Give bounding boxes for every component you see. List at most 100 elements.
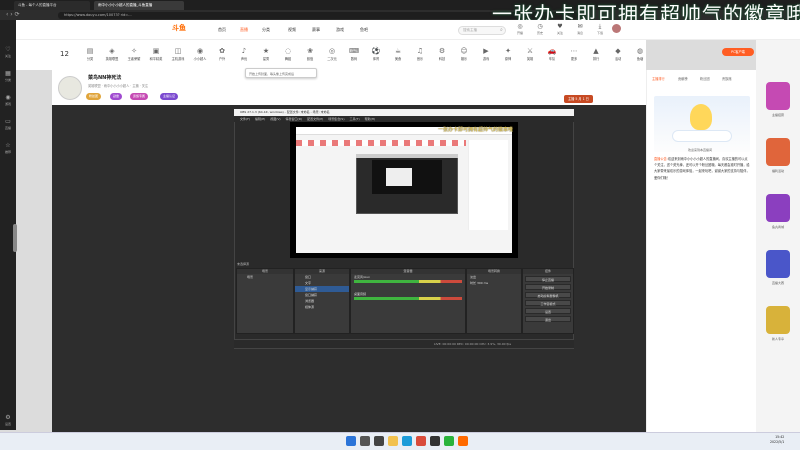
category-icon: ✧ [131,47,137,55]
obs-transition-duration[interactable]: 时长 300 ms [467,280,521,286]
header-broadcast[interactable]: ◎ 开播 [512,23,528,35]
category-item[interactable]: ◍ 鱼塘 [628,46,652,61]
ad-banner[interactable] [766,250,790,278]
header-follow[interactable]: ♥ 关注 [552,23,568,35]
category-item[interactable]: ⌨ 数码 [342,46,366,61]
obs-mixer-meter [354,280,462,283]
back-icon[interactable]: ‹ › ⟳ [6,11,20,18]
category-item[interactable]: ✦ 原神 [496,46,520,61]
category-item[interactable]: ✿ 户外 [210,46,234,61]
obs-mixer-panel: 混音器 麦克风/Aux 桌面音频 [350,268,466,334]
category-item[interactable]: ♪ 声优 [232,46,256,61]
taskview-icon[interactable] [374,436,384,446]
site-logo[interactable]: 斗鱼 [172,23,186,33]
message-icon: ✉ [577,23,583,30]
room-tag-fans[interactable]: 粉丝团 [86,93,102,100]
category-icon: ◌ [284,47,292,55]
header-message[interactable]: ✉ 消息 [572,23,588,35]
tab-rank[interactable]: 主播排行 [652,76,665,81]
category-item[interactable]: ◫ 主机游戏 [166,46,190,61]
tab-fans[interactable]: 粉丝团 [700,76,710,81]
obs-source-item[interactable]: 媒体源 [295,304,349,310]
category-item[interactable]: ⋯ 更多 [562,46,586,61]
header-history[interactable]: ◷ 历史 [532,23,548,35]
room-tag-badge[interactable]: 勋章 [110,93,123,100]
obs-virtual-cam-button[interactable]: 启动虚拟摄像机 [525,292,571,298]
user-avatar[interactable] [612,24,621,33]
pc-client-button[interactable]: PC客户端 [722,48,754,56]
obs-preview-category-strip [296,140,466,146]
category-label: 二次元 [327,57,337,61]
nav-category[interactable]: 分类 [262,27,270,33]
category-icon: ⚔ [526,47,534,55]
category-item[interactable]: ◌ 舞蹈 [276,46,300,61]
room-tag-verified[interactable]: 主播认证 [160,93,179,100]
search-input[interactable]: 搜索主播 [458,26,506,35]
category-item[interactable]: ⚽ 体育 [364,46,388,61]
sidebar-item-follow[interactable]: ♡ 关注 [1,46,15,62]
category-item[interactable]: 🚗 车队 [540,46,564,61]
streamer-avatar[interactable] [58,76,82,100]
category-item[interactable]: ▶ 游戏 [474,46,498,61]
header-download[interactable]: ⤓ 下载 [592,23,608,35]
sidebar-collapse-handle[interactable] [13,224,17,252]
category-item[interactable]: ◆ 活动 [606,46,630,61]
nav-yuba[interactable]: 鱼吧 [360,27,368,33]
category-item[interactable]: ▤ 分类 [78,46,102,61]
sidebar-item-category[interactable]: ▦ 分类 [1,70,15,86]
ad-banner[interactable] [766,82,790,110]
category-item[interactable]: ☕ 美食 [386,46,410,61]
nav-live[interactable]: 直播 [240,27,248,33]
category-item[interactable]: ▲ 排行 [584,46,608,61]
category-item[interactable]: ◎ 二次元 [320,46,344,61]
category-item[interactable]: ☺ 娱乐 [452,46,476,61]
tab-noble[interactable]: 贵族席 [722,76,732,81]
header-icon-label: 下载 [596,31,603,35]
wechat-icon[interactable] [444,436,454,446]
sidebar-item-live[interactable]: ▭ 直播 [1,118,15,134]
search-icon[interactable] [360,436,370,446]
obs-exit-button[interactable]: 退出 [525,316,571,322]
ad-banner[interactable] [766,138,790,166]
category-item[interactable]: ❀ 颜值 [298,46,322,61]
screen: 斗鱼 - 每个人的直播平台 雨中小小小小超人的直播_斗鱼直播 ‹ › ⟳ htt… [0,0,800,450]
nav-events[interactable]: 赛事 [312,27,320,33]
douyu-icon[interactable] [458,436,468,446]
explorer-icon[interactable] [388,436,398,446]
chrome-icon[interactable] [416,436,426,446]
sidebar-item-game[interactable]: ◉ 游戏 [1,94,15,110]
report-button[interactable]: 主播 5 月 1 日 [564,95,593,103]
obs-settings-button[interactable]: 设置 [525,308,571,314]
obs-nested-titlebar [356,154,458,158]
category-item[interactable]: ★ 星秀 [254,46,278,61]
category-icon: ✿ [219,47,225,55]
category-item[interactable]: ◈ 英雄联盟 [100,46,124,61]
obs-studio-mode-button[interactable]: 工作室模式 [525,300,571,306]
ad-banner[interactable] [766,194,790,222]
category-item[interactable]: ◉ 小小超人 [188,46,212,61]
category-label: 车队 [548,57,556,61]
edge-icon[interactable] [402,436,412,446]
search-icon[interactable]: ⌕ [500,27,503,33]
obs-icon[interactable] [430,436,440,446]
browser-tab-2[interactable]: 雨中小小小小超人的直播_斗鱼直播 [94,1,184,10]
nav-games[interactable]: 游戏 [336,27,344,33]
category-item[interactable]: ▣ 和平精英 [144,46,168,61]
obs-record-button[interactable]: 开始录制 [525,284,571,290]
sidebar-item-recommend[interactable]: ☆ 推荐 [1,142,15,158]
tab-contribution[interactable]: 贡献榜 [678,76,688,81]
sidebar-item-settings[interactable]: ⚙ 设置 [1,414,15,430]
category-item[interactable]: ⚔ 英雄 [518,46,542,61]
category-item[interactable]: ✧ 王者荣耀 [122,46,146,61]
obs-scene-item[interactable]: 场景 [237,274,293,280]
windows-start-icon[interactable] [346,436,356,446]
category-item[interactable]: ♫ 音乐 [408,46,432,61]
ad-label: 新人专享 [771,337,784,341]
category-item[interactable]: ⚙ 科技 [430,46,454,61]
ad-banner[interactable] [766,306,790,334]
obs-stop-stream-button[interactable]: 停止直播 [525,276,571,282]
nav-home[interactable]: 首页 [218,27,226,33]
room-tag-noble[interactable]: 贵族专属 [130,93,149,100]
nav-video[interactable]: 视频 [288,27,296,33]
browser-tab-1[interactable]: 斗鱼 - 每个人的直播平台 [14,1,90,10]
